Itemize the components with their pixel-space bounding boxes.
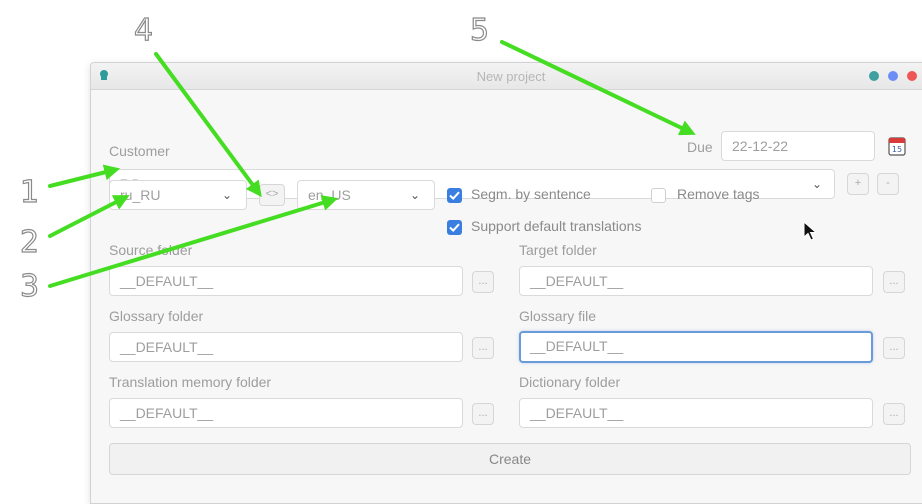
- due-label: Due: [687, 139, 713, 155]
- remove-customer-button[interactable]: -: [877, 173, 899, 195]
- due-date-value: 22-12-22: [732, 138, 789, 154]
- annotation-number-5: 5: [469, 13, 490, 48]
- segm-by-sentence-checkbox[interactable]: [447, 188, 462, 203]
- glossary-folder-label: Glossary folder: [109, 308, 204, 324]
- add-customer-button[interactable]: +: [847, 173, 869, 195]
- source-folder-browse-button[interactable]: ...: [472, 271, 494, 293]
- minimize-dot[interactable]: [869, 71, 879, 81]
- annotation-number-1: 1: [19, 175, 40, 210]
- annotation-number-3: 3: [19, 269, 40, 304]
- glossary-folder-browse-button[interactable]: ...: [472, 337, 494, 359]
- glossary-file-value: __DEFAULT__: [530, 338, 624, 354]
- target-language-dropdown[interactable]: en_US ⌄: [297, 180, 435, 210]
- maximize-dot[interactable]: [888, 71, 898, 81]
- chevron-down-icon: ⌄: [811, 177, 823, 191]
- glossary-file-browse-button[interactable]: ...: [883, 337, 905, 359]
- annotation-number-2: 2: [19, 225, 40, 260]
- translation-memory-folder-browse-button[interactable]: ...: [472, 403, 494, 425]
- translation-memory-folder-label: Translation memory folder: [109, 374, 272, 390]
- remove-tags-checkbox[interactable]: [651, 188, 666, 203]
- glossary-file-input[interactable]: __DEFAULT__: [519, 331, 873, 363]
- support-default-translations-checkbox[interactable]: [447, 220, 462, 235]
- target-folder-browse-button[interactable]: ...: [883, 271, 905, 293]
- dictionary-folder-browse-button[interactable]: ...: [883, 403, 905, 425]
- source-folder-label: Source folder: [109, 242, 193, 258]
- source-folder-input[interactable]: __DEFAULT__: [109, 266, 463, 296]
- glossary-folder-value: __DEFAULT__: [120, 339, 214, 355]
- translation-memory-folder-input[interactable]: __DEFAULT__: [109, 398, 463, 428]
- target-folder-input[interactable]: __DEFAULT__: [519, 266, 873, 296]
- translation-memory-folder-value: __DEFAULT__: [120, 405, 214, 421]
- glossary-file-label: Glossary file: [519, 308, 597, 324]
- checkmark-icon: [449, 191, 460, 201]
- source-language-dropdown[interactable]: ru_RU ⌄: [109, 180, 247, 210]
- target-folder-label: Target folder: [519, 242, 597, 258]
- create-button[interactable]: Create: [109, 443, 911, 475]
- dictionary-folder-input[interactable]: __DEFAULT__: [519, 398, 873, 428]
- window-title: New project: [476, 69, 546, 84]
- source-language-value: ru_RU: [120, 187, 161, 203]
- customer-label: Customer: [109, 143, 170, 159]
- close-dot[interactable]: [907, 71, 917, 81]
- remove-tags-label: Remove tags: [677, 186, 760, 202]
- mouse-cursor-icon: [803, 221, 817, 241]
- annotation-number-4: 4: [133, 13, 154, 48]
- target-language-value: en_US: [308, 187, 351, 203]
- support-default-translations-label: Support default translations: [471, 218, 642, 234]
- target-folder-value: __DEFAULT__: [530, 273, 624, 289]
- new-project-window: New project Customer Due 22-12-22 15 7 D…: [90, 62, 922, 504]
- calendar-icon[interactable]: 15: [888, 136, 906, 156]
- title-bar[interactable]: New project: [91, 63, 922, 90]
- glossary-folder-input[interactable]: __DEFAULT__: [109, 332, 463, 362]
- segm-by-sentence-label: Segm. by sentence: [471, 186, 591, 202]
- swap-languages-button[interactable]: <>: [259, 184, 285, 206]
- dictionary-folder-label: Dictionary folder: [519, 374, 621, 390]
- calendar-day: 15: [892, 145, 902, 154]
- dictionary-folder-value: __DEFAULT__: [530, 405, 624, 421]
- source-folder-value: __DEFAULT__: [120, 273, 214, 289]
- chevron-down-icon: ⌄: [221, 188, 233, 202]
- chevron-down-icon: ⌄: [409, 188, 421, 202]
- checkmark-icon: [449, 223, 460, 233]
- due-date-field[interactable]: 22-12-22: [721, 131, 875, 161]
